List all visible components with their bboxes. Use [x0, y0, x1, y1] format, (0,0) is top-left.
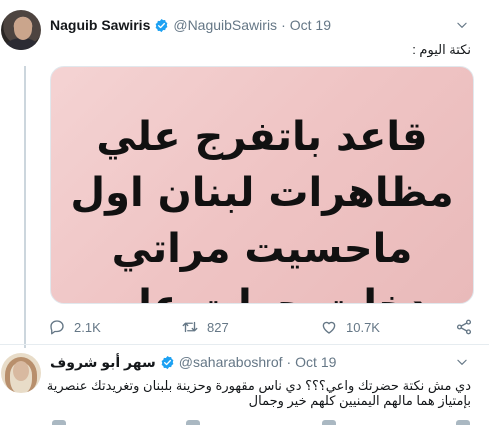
- share-button[interactable]: [455, 316, 473, 338]
- tweet-actions: 2.1K 827 10.7K: [0, 316, 489, 338]
- heart-icon[interactable]: [322, 420, 336, 425]
- tweet-date[interactable]: Oct 19: [290, 17, 331, 33]
- chevron-down-icon[interactable]: [455, 18, 469, 32]
- author-name[interactable]: سهر أبو شروف: [50, 354, 156, 371]
- reply-icon[interactable]: [52, 420, 66, 425]
- tweet-header: سهر أبو شروف @saharaboshrof · Oct 19: [50, 353, 336, 371]
- tweet-image[interactable]: قاعد باتفرج علي مظاهرات لبنان اول ماحسيت…: [50, 66, 474, 304]
- like-count: 10.7K: [346, 319, 380, 335]
- retweet-count: 827: [207, 319, 229, 335]
- share-icon[interactable]: [456, 420, 470, 425]
- tweet-text-line: بإمتياز هما مالهم اليمنيين كلهم خير وجما…: [248, 393, 471, 408]
- like-button[interactable]: 10.7K: [320, 316, 380, 338]
- image-text-line: دخلت حولت علي: [51, 277, 473, 303]
- tweet-actions-partial: [0, 420, 489, 425]
- chevron-down-icon[interactable]: [455, 355, 469, 369]
- retweet-button[interactable]: 827: [181, 316, 229, 338]
- heart-icon: [322, 321, 336, 334]
- share-icon: [456, 319, 472, 335]
- verified-badge-icon: [155, 18, 168, 32]
- reply-button[interactable]: 2.1K: [48, 316, 101, 338]
- image-text-line: مظاهرات لبنان اول: [70, 170, 454, 216]
- author-handle[interactable]: @NaguibSawiris: [173, 17, 277, 33]
- image-caption-text: قاعد باتفرج علي مظاهرات لبنان اول ماحسيت…: [51, 109, 473, 303]
- tweet-text-line: دي مش نكتة حضرتك واعي؟؟؟ دي ناس مقهورة و…: [46, 378, 471, 393]
- separator-dot: ·: [286, 354, 292, 370]
- tweet-text: نكتة اليوم :: [412, 42, 471, 57]
- avatar[interactable]: [1, 10, 41, 50]
- reply-count: 2.1K: [74, 319, 101, 335]
- author-name[interactable]: Naguib Sawiris: [50, 17, 150, 33]
- avatar[interactable]: [1, 353, 41, 393]
- retweet-icon: [182, 321, 198, 333]
- retweet-icon[interactable]: [186, 420, 200, 425]
- tweet-naguib-sawiris[interactable]: Naguib Sawiris @NaguibSawiris · Oct 19 ن…: [0, 0, 489, 345]
- tweet-date[interactable]: Oct 19: [295, 354, 336, 370]
- tweet-reply-sahar[interactable]: سهر أبو شروف @saharaboshrof · Oct 19 دي …: [0, 345, 489, 425]
- separator-dot: ·: [281, 17, 286, 33]
- verified-badge-icon: [161, 355, 174, 369]
- image-text-line: ماحسيت مراتي: [111, 226, 413, 272]
- author-handle[interactable]: @saharaboshrof: [179, 354, 283, 370]
- tweet-header: Naguib Sawiris @NaguibSawiris · Oct 19: [50, 16, 331, 34]
- tweet-text: دي مش نكتة حضرتك واعي؟؟؟ دي ناس مقهورة و…: [41, 378, 471, 408]
- image-text-line: قاعد باتفرج علي: [96, 114, 428, 160]
- reply-icon: [50, 320, 64, 335]
